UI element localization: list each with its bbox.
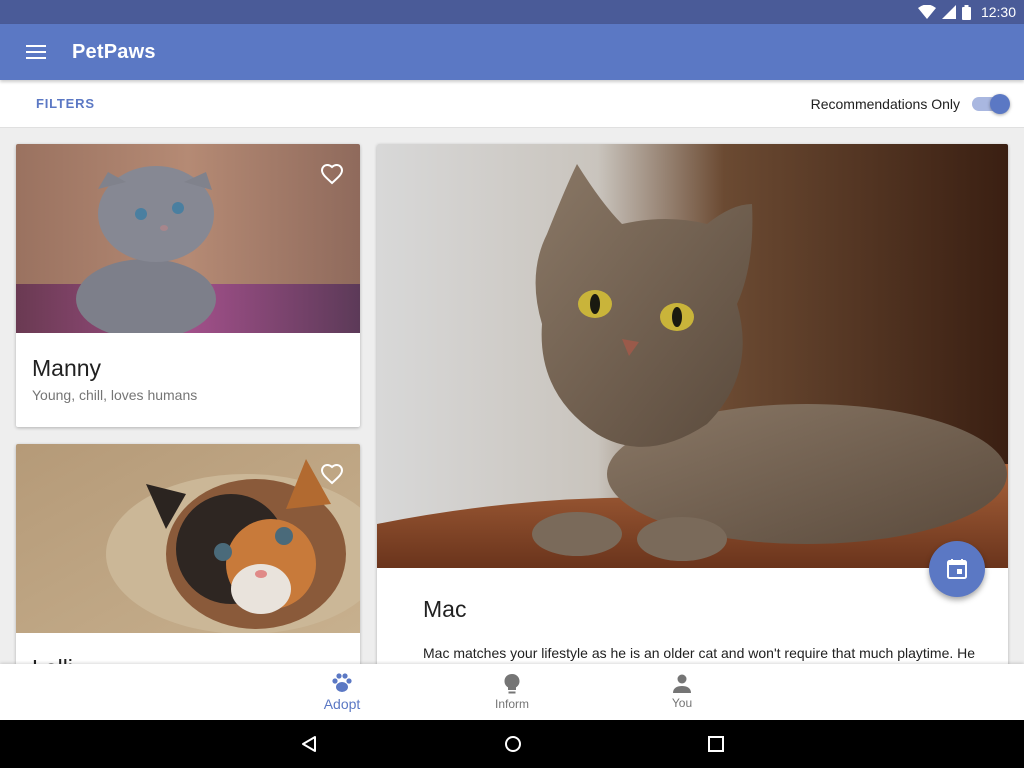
menu-button[interactable] — [0, 24, 72, 80]
content-area: Manny Young, chill, loves humans Mac Mac… — [0, 129, 1024, 664]
recents-button[interactable] — [704, 732, 728, 756]
calendar-icon — [947, 559, 967, 579]
home-circle-icon — [505, 736, 521, 752]
pet-description: Young, chill, loves humans — [32, 387, 198, 403]
pet-photo — [16, 144, 360, 333]
status-time: 12:30 — [980, 4, 1016, 20]
nav-you[interactable]: You — [622, 664, 742, 720]
schedule-visit-button[interactable] — [929, 541, 985, 597]
bottom-navigation: Adopt Inform You — [0, 664, 1024, 720]
app-title: PetPaws — [72, 40, 156, 63]
lightbulb-icon — [504, 674, 520, 694]
featured-pet-description: Mac matches your lifestyle as he is an o… — [423, 645, 976, 661]
back-button[interactable] — [297, 732, 321, 756]
pet-card-manny[interactable]: Manny Young, chill, loves humans — [16, 144, 360, 427]
app-bar: PetPaws — [0, 24, 1024, 80]
signal-icon — [941, 5, 956, 19]
recents-square-icon — [708, 736, 724, 752]
recommendations-control: Recommendations Only — [810, 93, 1010, 114]
toggle-thumb — [990, 93, 1010, 114]
back-triangle-icon — [302, 736, 316, 752]
status-bar: 12:30 — [0, 0, 1024, 24]
filter-bar: FILTERS Recommendations Only — [0, 80, 1024, 128]
featured-pet-name: Mac — [423, 596, 467, 622]
filters-button[interactable]: FILTERS — [36, 96, 95, 111]
nav-inform[interactable]: Inform — [452, 664, 572, 720]
favorite-heart-icon[interactable] — [320, 162, 344, 186]
battery-icon — [961, 4, 971, 20]
featured-pet-card-mac[interactable]: Mac Mac matches your lifestyle as he is … — [377, 144, 1008, 664]
nav-you-label: You — [671, 696, 693, 710]
nav-adopt-label: Adopt — [323, 696, 361, 712]
person-icon — [673, 674, 691, 693]
pet-name: Lolli — [32, 655, 344, 664]
paw-icon — [332, 673, 352, 692]
pet-photo — [16, 444, 360, 633]
pet-card-lolli[interactable]: Lolli — [16, 444, 360, 664]
menu-icon — [26, 45, 46, 59]
recommendations-toggle[interactable] — [972, 93, 1010, 114]
featured-pet-photo — [377, 144, 1008, 568]
nav-adopt[interactable]: Adopt — [282, 664, 402, 720]
wifi-icon — [917, 5, 936, 19]
system-navigation-bar — [0, 720, 1024, 768]
home-button[interactable] — [501, 732, 525, 756]
pet-name: Manny — [32, 355, 102, 381]
nav-inform-label: Inform — [494, 697, 529, 711]
recommendations-label: Recommendations Only — [810, 95, 960, 112]
favorite-heart-icon[interactable] — [320, 462, 344, 486]
